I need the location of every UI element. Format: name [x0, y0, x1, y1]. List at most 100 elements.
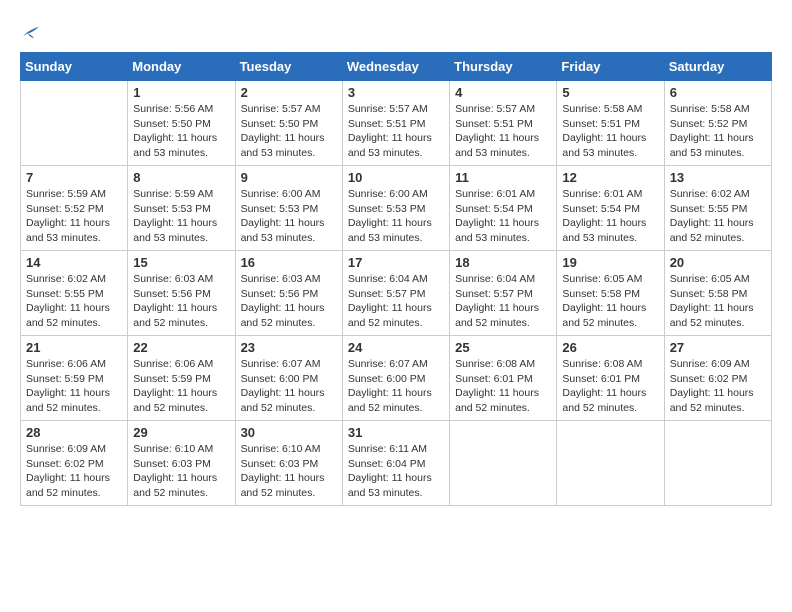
day-number: 3	[348, 85, 444, 100]
calendar-cell: 31 Sunrise: 6:11 AM Sunset: 6:04 PM Dayli…	[342, 421, 449, 506]
calendar-cell: 17 Sunrise: 6:04 AM Sunset: 5:57 PM Dayli…	[342, 251, 449, 336]
day-number: 2	[241, 85, 337, 100]
calendar-cell: 22 Sunrise: 6:06 AM Sunset: 5:59 PM Dayli…	[128, 336, 235, 421]
day-number: 19	[562, 255, 658, 270]
day-number: 29	[133, 425, 229, 440]
day-info: Sunrise: 6:10 AM Sunset: 6:03 PM Dayligh…	[133, 442, 229, 501]
calendar-cell: 21 Sunrise: 6:06 AM Sunset: 5:59 PM Dayli…	[21, 336, 128, 421]
day-info: Sunrise: 6:11 AM Sunset: 6:04 PM Dayligh…	[348, 442, 444, 501]
day-info: Sunrise: 6:09 AM Sunset: 6:02 PM Dayligh…	[670, 357, 766, 416]
day-info: Sunrise: 6:06 AM Sunset: 5:59 PM Dayligh…	[133, 357, 229, 416]
calendar-cell: 5 Sunrise: 5:58 AM Sunset: 5:51 PM Daylig…	[557, 81, 664, 166]
calendar-cell: 2 Sunrise: 5:57 AM Sunset: 5:50 PM Daylig…	[235, 81, 342, 166]
calendar-cell: 18 Sunrise: 6:04 AM Sunset: 5:57 PM Dayli…	[450, 251, 557, 336]
calendar-day-header: Thursday	[450, 53, 557, 81]
calendar-cell: 13 Sunrise: 6:02 AM Sunset: 5:55 PM Dayli…	[664, 166, 771, 251]
calendar-week-row: 21 Sunrise: 6:06 AM Sunset: 5:59 PM Dayli…	[21, 336, 772, 421]
day-number: 6	[670, 85, 766, 100]
day-number: 25	[455, 340, 551, 355]
day-number: 7	[26, 170, 122, 185]
day-info: Sunrise: 6:06 AM Sunset: 5:59 PM Dayligh…	[26, 357, 122, 416]
calendar-cell: 30 Sunrise: 6:10 AM Sunset: 6:03 PM Dayli…	[235, 421, 342, 506]
calendar-cell: 23 Sunrise: 6:07 AM Sunset: 6:00 PM Dayli…	[235, 336, 342, 421]
day-number: 31	[348, 425, 444, 440]
day-number: 11	[455, 170, 551, 185]
day-info: Sunrise: 5:57 AM Sunset: 5:50 PM Dayligh…	[241, 102, 337, 161]
day-number: 27	[670, 340, 766, 355]
day-number: 14	[26, 255, 122, 270]
day-info: Sunrise: 5:59 AM Sunset: 5:52 PM Dayligh…	[26, 187, 122, 246]
calendar-week-row: 1 Sunrise: 5:56 AM Sunset: 5:50 PM Daylig…	[21, 81, 772, 166]
calendar-cell: 8 Sunrise: 5:59 AM Sunset: 5:53 PM Daylig…	[128, 166, 235, 251]
calendar-cell	[450, 421, 557, 506]
day-info: Sunrise: 5:56 AM Sunset: 5:50 PM Dayligh…	[133, 102, 229, 161]
day-number: 8	[133, 170, 229, 185]
calendar-cell: 14 Sunrise: 6:02 AM Sunset: 5:55 PM Dayli…	[21, 251, 128, 336]
day-info: Sunrise: 6:07 AM Sunset: 6:00 PM Dayligh…	[241, 357, 337, 416]
day-number: 10	[348, 170, 444, 185]
logo-text	[20, 20, 40, 42]
day-number: 21	[26, 340, 122, 355]
calendar-table: SundayMondayTuesdayWednesdayThursdayFrid…	[20, 52, 772, 506]
calendar-week-row: 28 Sunrise: 6:09 AM Sunset: 6:02 PM Dayli…	[21, 421, 772, 506]
calendar-day-header: Saturday	[664, 53, 771, 81]
day-info: Sunrise: 6:02 AM Sunset: 5:55 PM Dayligh…	[670, 187, 766, 246]
day-number: 16	[241, 255, 337, 270]
calendar-cell: 28 Sunrise: 6:09 AM Sunset: 6:02 PM Dayli…	[21, 421, 128, 506]
logo	[20, 20, 40, 42]
calendar-cell: 1 Sunrise: 5:56 AM Sunset: 5:50 PM Daylig…	[128, 81, 235, 166]
calendar-cell: 25 Sunrise: 6:08 AM Sunset: 6:01 PM Dayli…	[450, 336, 557, 421]
calendar-cell: 15 Sunrise: 6:03 AM Sunset: 5:56 PM Dayli…	[128, 251, 235, 336]
day-number: 18	[455, 255, 551, 270]
calendar-cell: 27 Sunrise: 6:09 AM Sunset: 6:02 PM Dayli…	[664, 336, 771, 421]
day-info: Sunrise: 6:10 AM Sunset: 6:03 PM Dayligh…	[241, 442, 337, 501]
page-header	[20, 20, 772, 42]
day-number: 20	[670, 255, 766, 270]
day-info: Sunrise: 6:01 AM Sunset: 5:54 PM Dayligh…	[562, 187, 658, 246]
day-info: Sunrise: 6:03 AM Sunset: 5:56 PM Dayligh…	[133, 272, 229, 331]
logo-bird-icon	[22, 25, 40, 39]
day-info: Sunrise: 6:09 AM Sunset: 6:02 PM Dayligh…	[26, 442, 122, 501]
calendar-day-header: Monday	[128, 53, 235, 81]
day-info: Sunrise: 6:04 AM Sunset: 5:57 PM Dayligh…	[455, 272, 551, 331]
day-number: 17	[348, 255, 444, 270]
day-info: Sunrise: 6:08 AM Sunset: 6:01 PM Dayligh…	[562, 357, 658, 416]
day-number: 24	[348, 340, 444, 355]
calendar-cell	[557, 421, 664, 506]
day-info: Sunrise: 6:08 AM Sunset: 6:01 PM Dayligh…	[455, 357, 551, 416]
day-number: 9	[241, 170, 337, 185]
day-info: Sunrise: 5:59 AM Sunset: 5:53 PM Dayligh…	[133, 187, 229, 246]
day-number: 4	[455, 85, 551, 100]
calendar-week-row: 7 Sunrise: 5:59 AM Sunset: 5:52 PM Daylig…	[21, 166, 772, 251]
day-number: 5	[562, 85, 658, 100]
calendar-day-header: Wednesday	[342, 53, 449, 81]
day-info: Sunrise: 6:00 AM Sunset: 5:53 PM Dayligh…	[348, 187, 444, 246]
day-info: Sunrise: 6:04 AM Sunset: 5:57 PM Dayligh…	[348, 272, 444, 331]
day-number: 15	[133, 255, 229, 270]
day-number: 28	[26, 425, 122, 440]
day-info: Sunrise: 5:58 AM Sunset: 5:51 PM Dayligh…	[562, 102, 658, 161]
calendar-cell	[21, 81, 128, 166]
calendar-week-row: 14 Sunrise: 6:02 AM Sunset: 5:55 PM Dayli…	[21, 251, 772, 336]
calendar-day-header: Friday	[557, 53, 664, 81]
day-info: Sunrise: 6:07 AM Sunset: 6:00 PM Dayligh…	[348, 357, 444, 416]
day-info: Sunrise: 6:05 AM Sunset: 5:58 PM Dayligh…	[562, 272, 658, 331]
day-info: Sunrise: 5:58 AM Sunset: 5:52 PM Dayligh…	[670, 102, 766, 161]
calendar-cell: 6 Sunrise: 5:58 AM Sunset: 5:52 PM Daylig…	[664, 81, 771, 166]
day-info: Sunrise: 6:01 AM Sunset: 5:54 PM Dayligh…	[455, 187, 551, 246]
day-number: 23	[241, 340, 337, 355]
calendar-cell: 20 Sunrise: 6:05 AM Sunset: 5:58 PM Dayli…	[664, 251, 771, 336]
day-info: Sunrise: 5:57 AM Sunset: 5:51 PM Dayligh…	[348, 102, 444, 161]
calendar-cell: 3 Sunrise: 5:57 AM Sunset: 5:51 PM Daylig…	[342, 81, 449, 166]
day-number: 13	[670, 170, 766, 185]
day-info: Sunrise: 6:02 AM Sunset: 5:55 PM Dayligh…	[26, 272, 122, 331]
day-info: Sunrise: 5:57 AM Sunset: 5:51 PM Dayligh…	[455, 102, 551, 161]
calendar-cell: 9Sunrise: 6:00 AM Sunset: 5:53 PM Daylig…	[235, 166, 342, 251]
day-number: 22	[133, 340, 229, 355]
day-info: Sunrise: 6:05 AM Sunset: 5:58 PM Dayligh…	[670, 272, 766, 331]
day-number: 30	[241, 425, 337, 440]
day-number: 1	[133, 85, 229, 100]
calendar-cell: 19 Sunrise: 6:05 AM Sunset: 5:58 PM Dayli…	[557, 251, 664, 336]
calendar-cell: 4 Sunrise: 5:57 AM Sunset: 5:51 PM Daylig…	[450, 81, 557, 166]
calendar-cell: 10 Sunrise: 6:00 AM Sunset: 5:53 PM Dayli…	[342, 166, 449, 251]
